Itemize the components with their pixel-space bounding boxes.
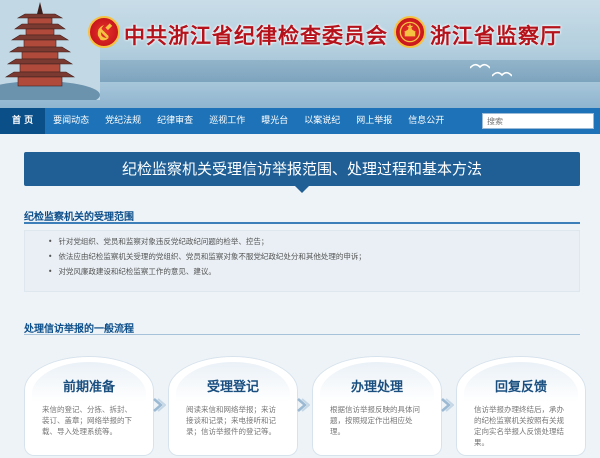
flow-step-desc: 信访举报办理终结后，承办的纪检监察机关按照有关规定向实名举报人反馈处理结果。 xyxy=(474,405,564,447)
flow-step-desc: 来信的登记、分拣、拆封、装订、盖章；网络举报的下载、导入处理系统等。 xyxy=(42,405,132,436)
list-item: 对党风廉政建设和纪检监察工作的意见、建议。 xyxy=(48,264,366,279)
process-heading: 处理信访举报的一般流程 xyxy=(24,324,134,335)
nav-item-case-study[interactable]: 以案说纪 xyxy=(296,108,348,134)
nav-item-review[interactable]: 纪律审查 xyxy=(149,108,201,134)
party-emblem-icon xyxy=(88,16,120,48)
nav-item-home[interactable]: 首 页 xyxy=(0,108,46,134)
chevron-right-icon xyxy=(297,398,310,412)
flow-step-feedback: 回复反馈 信访举报办理终结后，承办的纪检监察机关按照有关规定向实名举报人反馈处理… xyxy=(456,356,586,456)
nav-item-exposure[interactable]: 曝光台 xyxy=(253,108,296,134)
nav-item-regulations[interactable]: 党纪法规 xyxy=(97,108,149,134)
chevron-right-icon xyxy=(153,398,166,412)
nav-item-news[interactable]: 要闻动态 xyxy=(45,108,97,134)
pagoda-illustration xyxy=(0,0,100,100)
flow-step-title: 回复反馈 xyxy=(494,380,547,395)
banner-title-supervision: 浙江省监察厅 xyxy=(430,23,562,48)
flow-step-desc: 根据信访举报反映的具体问题，按照规定作出相应处理。 xyxy=(330,405,420,436)
scope-heading: 纪检监察机关的受理范围 xyxy=(24,212,134,223)
flow-step-title: 受理登记 xyxy=(206,380,259,395)
flow-step-prepare: 前期准备 来信的登记、分拣、拆封、装订、盖章；网络举报的下载、导入处理系统等。 xyxy=(24,356,154,456)
scope-list: 针对党组织、党员和监察对象违反党纪政纪问题的检举、控告； 依法应由纪检监察机关受… xyxy=(48,234,366,279)
chevron-right-icon xyxy=(441,398,454,412)
flow-step-desc: 阅读来信和网络举报；来访接谈和记录；来电接听和记录；信访举报件的登记等。 xyxy=(186,405,276,436)
bird-icon xyxy=(470,63,490,69)
search-input[interactable] xyxy=(482,113,594,129)
list-item: 针对党组织、党员和监察对象违反党纪政纪问题的检举、控告； xyxy=(48,234,366,249)
flow-step-title: 办理处理 xyxy=(350,380,403,395)
page-title: 纪检监察机关受理信访举报范围、处理过程和基本方法 xyxy=(24,152,580,193)
section-divider xyxy=(24,222,580,224)
hammer-sickle-icon xyxy=(97,23,113,41)
nav-item-inspection[interactable]: 巡视工作 xyxy=(201,108,253,134)
main-nav: 首 页 要闻动态 党纪法规 纪律审查 巡视工作 曝光台 以案说纪 网上举报 信息… xyxy=(0,108,600,134)
flow-step-handle: 办理处理 根据信访举报反映的具体问题，按照规定作出相应处理。 xyxy=(312,356,442,456)
gate-emblem-icon xyxy=(399,21,421,43)
flow-step-register: 受理登记 阅读来信和网络举报；来访接谈和记录；来电接听和记录；信访举报件的登记等… xyxy=(168,356,298,456)
nav-item-disclosure[interactable]: 信息公开 xyxy=(400,108,452,134)
national-emblem-icon xyxy=(394,16,426,48)
banner-title-commission: 中共浙江省纪律检查委员会 xyxy=(124,23,388,48)
nav-item-online-report[interactable]: 网上举报 xyxy=(348,108,400,134)
flow-step-title: 前期准备 xyxy=(62,380,115,395)
main-content: 纪检监察机关受理信访举报范围、处理过程和基本方法 纪检监察机关的受理范围 针对党… xyxy=(0,134,600,458)
list-item: 依法应由纪检监察机关受理的党组织、党员和监察对象不服党纪政纪处分和其他处理的申诉… xyxy=(48,249,366,264)
section-divider xyxy=(24,334,580,335)
bird-icon xyxy=(492,71,512,77)
header-banner: 中共浙江省纪律检查委员会 浙江省监察厅 xyxy=(0,0,600,108)
